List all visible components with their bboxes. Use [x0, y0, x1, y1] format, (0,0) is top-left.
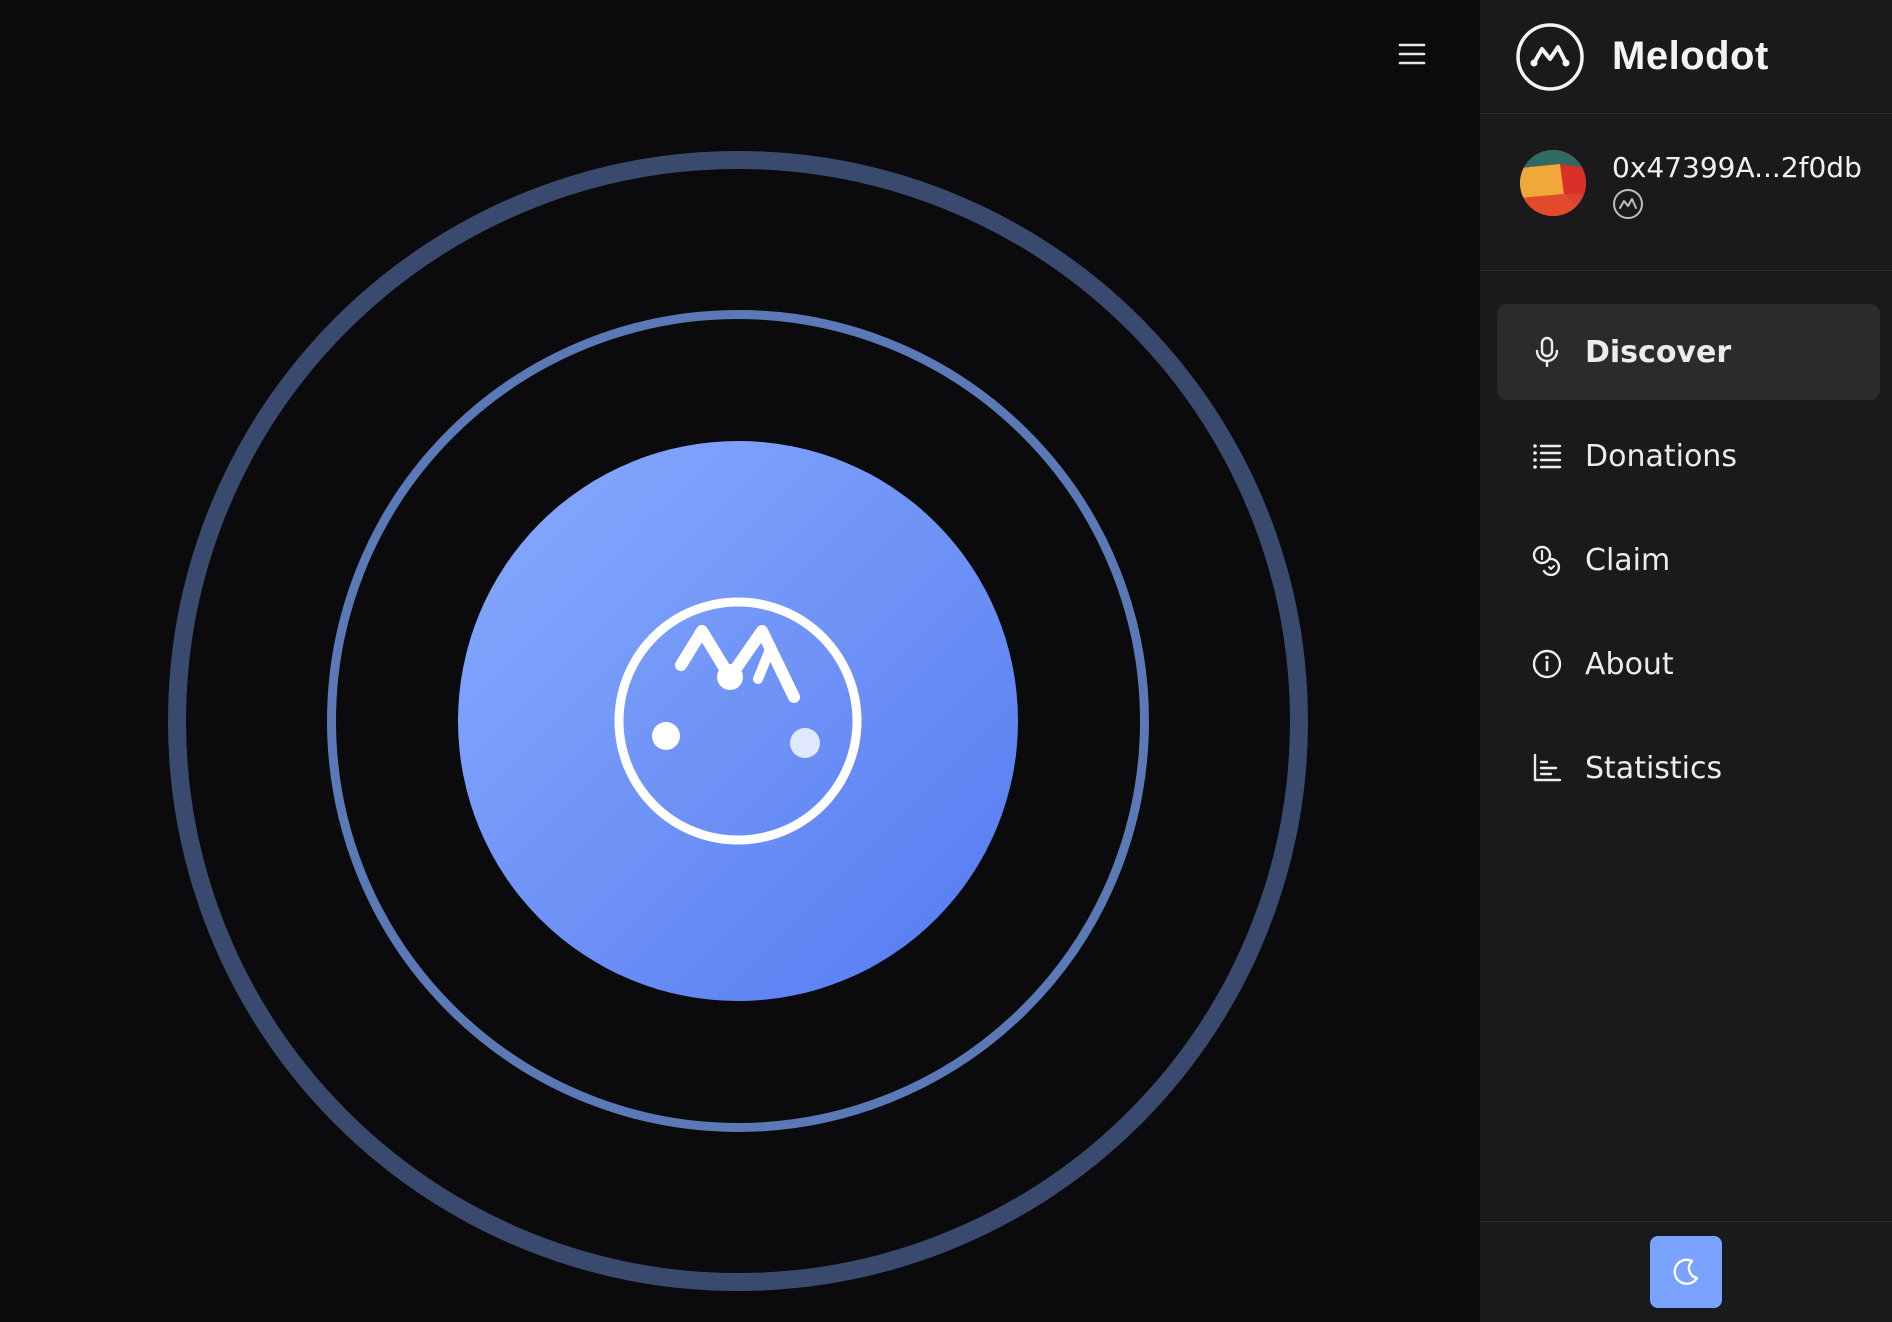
nav-item-statistics[interactable]: Statistics — [1497, 720, 1880, 816]
nav-item-donations[interactable]: Donations — [1497, 408, 1880, 504]
nav-item-about[interactable]: About — [1497, 616, 1880, 712]
nav-item-discover[interactable]: Discover — [1497, 304, 1880, 400]
melodot-network-icon — [1613, 189, 1643, 219]
hamburger-menu-icon — [1398, 43, 1426, 65]
nav-label-about: About — [1585, 646, 1674, 682]
nav-label-claim: Claim — [1585, 542, 1671, 578]
app-title: Melodot — [1612, 34, 1769, 78]
nav-label-statistics: Statistics — [1585, 750, 1723, 786]
info-icon — [1531, 648, 1563, 680]
identicon-avatar — [1520, 150, 1586, 216]
network-badge — [1612, 188, 1862, 224]
microphone-icon — [1531, 336, 1563, 368]
main-stage — [0, 0, 1480, 1322]
moon-icon — [1673, 1258, 1699, 1285]
brand-header: Melodot — [1480, 0, 1892, 114]
nav-label-donations: Donations — [1585, 438, 1737, 474]
melodot-brand-logo-icon — [1516, 22, 1584, 91]
menu-toggle-button[interactable] — [1388, 30, 1436, 78]
list-icon — [1531, 440, 1563, 472]
account-info: 0x47399A...2f0db — [1612, 150, 1862, 224]
nav-item-claim[interactable]: Claim — [1497, 512, 1880, 608]
sidebar: Melodot 0x47399A...2f0db Discover Donati… — [1480, 0, 1892, 1322]
coins-icon — [1531, 544, 1563, 576]
account-card[interactable]: 0x47399A...2f0db — [1480, 114, 1892, 271]
app-window: Melodot 0x47399A...2f0db Discover Donati… — [0, 0, 1892, 1322]
nav-label-discover: Discover — [1585, 334, 1732, 370]
bar-chart-icon — [1531, 752, 1563, 784]
record-button[interactable] — [458, 441, 1018, 1001]
sidebar-nav: Discover Donations Claim About Statistic… — [1480, 271, 1892, 816]
melodot-logo-icon — [614, 597, 862, 845]
sidebar-footer — [1480, 1221, 1892, 1322]
theme-toggle-button[interactable] — [1650, 1236, 1722, 1308]
account-address: 0x47399A...2f0db — [1612, 151, 1862, 184]
